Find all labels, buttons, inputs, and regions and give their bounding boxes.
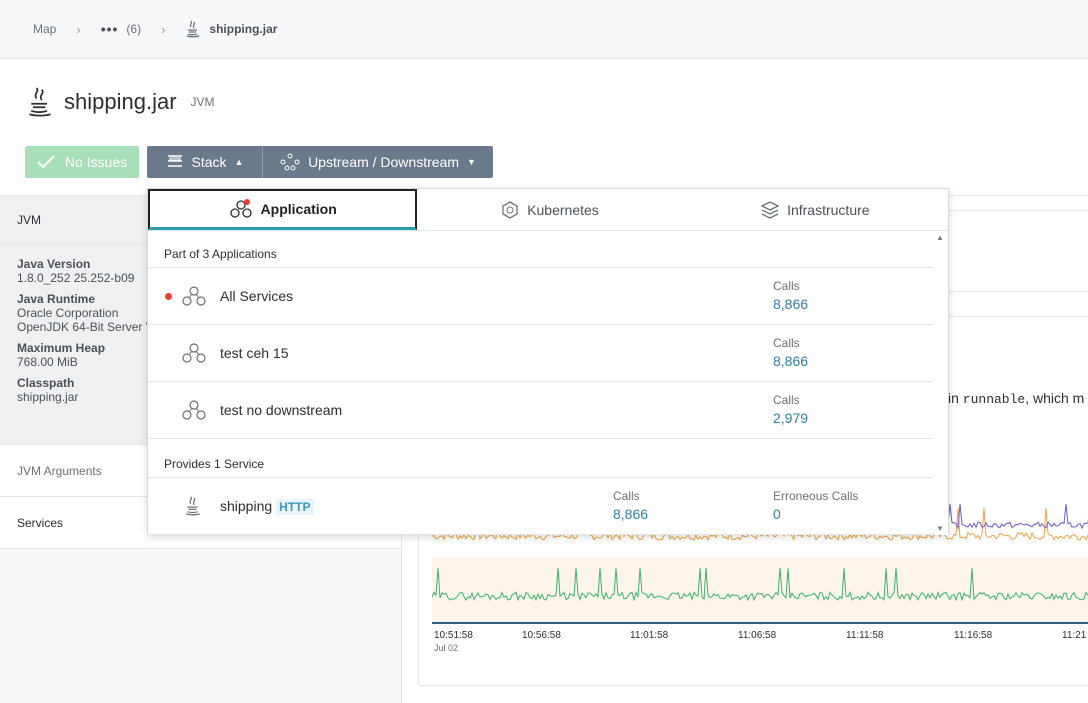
- x-tick-label: 11:11:58: [846, 630, 884, 641]
- dropdown-tabs: Application Kubernetes Infrastructure: [148, 189, 948, 231]
- java-icon: [29, 87, 51, 117]
- group-header: Part of 3 Applications: [148, 231, 934, 268]
- calls-metric: Calls 8,866: [773, 279, 808, 312]
- tab-infrastructure-label: Infrastructure: [787, 201, 870, 218]
- item-name: test ceh 15: [220, 345, 289, 361]
- chevron-right-icon: ›: [76, 21, 81, 37]
- breadcrumb: Map › ••• (6) › shipping.jar: [0, 0, 1088, 59]
- alert-dot: [165, 292, 172, 300]
- service-name: shipping: [220, 498, 273, 514]
- upstream-downstream-label: Upstream / Downstream: [308, 154, 459, 170]
- no-issues-button[interactable]: No Issues: [25, 146, 139, 178]
- calls-metric: Calls 8,866: [613, 489, 648, 522]
- tab-kubernetes-label: Kubernetes: [527, 201, 599, 218]
- tab-application[interactable]: Application: [148, 189, 418, 230]
- scrollbar[interactable]: ▲ ▼: [933, 231, 948, 535]
- metric-value[interactable]: 8,866: [613, 506, 648, 522]
- breadcrumb-current[interactable]: shipping.jar: [185, 20, 277, 38]
- tab-application-label: Application: [260, 201, 337, 217]
- metric-label: Calls: [613, 489, 640, 503]
- kubernetes-icon: [502, 200, 518, 219]
- topology-icon: [280, 153, 300, 171]
- chevron-right-icon: ›: [161, 21, 166, 37]
- no-issues-label: No Issues: [64, 154, 128, 170]
- metric-label: Calls: [773, 393, 800, 407]
- tab-infrastructure[interactable]: Infrastructure: [683, 189, 948, 230]
- breadcrumb-current-label: shipping.jar: [209, 22, 278, 36]
- x-tick-label: 11:16:58: [954, 630, 993, 641]
- item-name: test no downstream: [220, 402, 343, 418]
- x-axis-date: Jul 02: [434, 643, 459, 653]
- x-tick-label: 10:56:58: [522, 630, 561, 641]
- dropdown-list: Part of 3 Applications All Services Call…: [148, 231, 934, 535]
- breadcrumb-count: (6): [126, 22, 142, 36]
- scroll-down-icon[interactable]: ▼: [936, 524, 944, 533]
- panel-text-prefix: in: [948, 390, 963, 406]
- infrastructure-icon: [761, 200, 780, 219]
- scroll-up-icon[interactable]: ▲: [936, 233, 944, 242]
- item-name: All Services: [220, 288, 294, 304]
- tab-kubernetes[interactable]: Kubernetes: [417, 189, 682, 230]
- x-tick-label: 11:21: [1062, 630, 1087, 641]
- application-icon: [229, 199, 252, 218]
- panel-text-suffix: , which m: [1025, 390, 1085, 406]
- caret-down-icon: ▼: [467, 157, 476, 167]
- chart-band: [432, 558, 1088, 623]
- metric-label: Erroneous Calls: [773, 489, 859, 503]
- x-tick-label: 10:51:58: [434, 630, 473, 641]
- list-item-test-ceh-15[interactable]: test ceh 15 Calls 8,866: [148, 325, 934, 382]
- http-badge: HTTP: [276, 499, 314, 515]
- application-icon: [182, 400, 206, 420]
- stack-dropdown: Application Kubernetes Infrastructure Pa…: [147, 188, 949, 535]
- breadcrumb-ellipsis[interactable]: •••: [101, 21, 119, 37]
- metric-value[interactable]: 8,866: [773, 353, 808, 369]
- list-item-test-no-downstream[interactable]: test no downstream Calls 2,979: [148, 382, 934, 439]
- erroneous-calls-metric: Erroneous Calls 0: [773, 489, 858, 522]
- list-item-service-shipping[interactable]: shipping HTTP Calls 8,866 Erroneous Calls…: [148, 478, 934, 535]
- metric-value[interactable]: 0: [773, 506, 858, 522]
- metric-value[interactable]: 8,866: [773, 296, 808, 312]
- java-icon: [186, 496, 200, 516]
- page-title: shipping.jar: [64, 89, 177, 114]
- title-tag: JVM: [190, 95, 215, 109]
- caret-up-icon: ▲: [234, 157, 244, 167]
- java-icon: [187, 20, 200, 38]
- group-header: Provides 1 Service: [148, 439, 934, 478]
- page-header: shipping.jar JVM No Issues Stack ▲ Upstr…: [0, 60, 1088, 196]
- metric-value[interactable]: 2,979: [773, 410, 808, 426]
- breadcrumb-map[interactable]: Map: [33, 22, 56, 36]
- list-item-all-services[interactable]: All Services Calls 8,866: [148, 268, 934, 325]
- stack-icon: [167, 155, 182, 167]
- panel-text-code: runnable: [962, 392, 1026, 407]
- upstream-downstream-button[interactable]: Upstream / Downstream ▼: [262, 146, 493, 178]
- calls-metric: Calls 8,866: [773, 336, 808, 369]
- metric-label: Calls: [773, 336, 800, 350]
- x-tick-label: 11:06:58: [738, 630, 777, 641]
- panel-description: in runnable, which m: [948, 390, 1084, 407]
- application-icon: [182, 286, 206, 306]
- stack-button[interactable]: Stack ▲: [147, 146, 262, 178]
- item-name: shipping HTTP: [220, 498, 314, 515]
- metric-label: Calls: [773, 279, 800, 293]
- stack-label: Stack: [191, 154, 227, 170]
- checkmark-icon: [37, 155, 55, 169]
- calls-metric: Calls 2,979: [773, 393, 808, 426]
- application-icon: [182, 343, 206, 363]
- x-tick-label: 11:01:58: [630, 630, 669, 641]
